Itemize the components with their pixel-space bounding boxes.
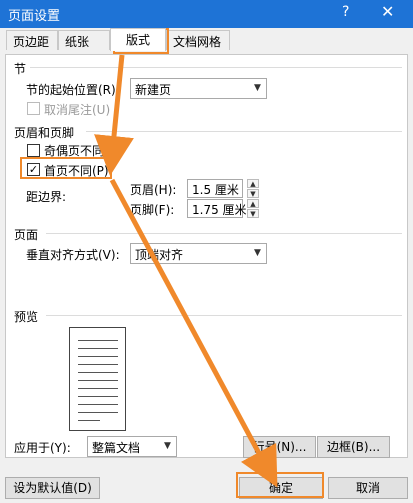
set-default-button[interactable]: 设为默认值(D) (5, 477, 100, 499)
footer-distance-label: 页脚(F): (130, 203, 175, 217)
preview-line (78, 420, 100, 421)
preview-heading: 预览 (14, 310, 39, 324)
close-icon[interactable]: ✕ (381, 2, 394, 21)
tab-paper[interactable]: 纸张 (58, 30, 110, 50)
cancel-button[interactable]: 取消 (328, 477, 408, 499)
tab-layout[interactable]: 版式 (110, 28, 166, 51)
first-page-highlight (20, 157, 112, 179)
divider (46, 233, 402, 234)
tab-document-grid[interactable]: 文档网格 (166, 30, 230, 50)
section-start-label: 节的起始位置(R): (26, 83, 120, 97)
tab-margins-label: 页边距 (13, 35, 50, 49)
ok-button-highlight (236, 472, 324, 498)
divider (30, 67, 402, 68)
apply-to-label: 应用于(Y): (14, 441, 71, 455)
divider (46, 315, 402, 316)
vertical-alignment-value: 顶端对齐 (135, 248, 184, 262)
preview-line (78, 404, 118, 405)
suppress-endnotes-checkbox[interactable] (27, 102, 40, 115)
tab-document-grid-label: 文档网格 (173, 35, 222, 49)
page-preview (69, 327, 126, 431)
borders-button[interactable]: 边框(B)... (317, 436, 390, 458)
suppress-endnotes-label: 取消尾注(U) (44, 103, 111, 117)
preview-line (78, 340, 118, 341)
divider (86, 131, 402, 132)
window-title: 页面设置 (8, 9, 61, 24)
tab-margins[interactable]: 页边距 (6, 30, 58, 50)
preview-line (78, 380, 118, 381)
spin-up-icon[interactable]: ▲ (247, 179, 259, 188)
header-distance-stepper[interactable]: ▲ ▼ (247, 179, 259, 198)
footer-distance-value: 1.75 厘米 (192, 203, 247, 217)
preview-line (78, 388, 118, 389)
header-distance-input[interactable]: 1.5 厘米 (187, 179, 243, 198)
preview-line (78, 348, 118, 349)
spin-down-icon[interactable]: ▼ (247, 189, 259, 198)
spin-down-icon[interactable]: ▼ (247, 209, 259, 218)
header-distance-value: 1.5 厘米 (192, 183, 239, 197)
chevron-down-icon: ▼ (164, 441, 171, 451)
apply-to-select[interactable]: 整篇文档 ▼ (87, 436, 177, 457)
tab-layout-label: 版式 (126, 33, 151, 47)
header-footer-heading: 页眉和页脚 (14, 126, 75, 140)
page-setup-dialog: 页边距 纸张 版式 文档网格 节 节的起始位置(R): 新建页 ▼ 取消尾注(U… (0, 28, 413, 503)
footer-distance-stepper[interactable]: ▲ ▼ (247, 199, 259, 218)
help-icon[interactable]: ? (342, 4, 349, 20)
footer-distance-input[interactable]: 1.75 厘米 (187, 199, 247, 218)
tab-paper-label: 纸张 (65, 35, 90, 49)
layout-panel: 节 节的起始位置(R): 新建页 ▼ 取消尾注(U) 页眉和页脚 奇偶页不同(O… (5, 54, 408, 458)
apply-to-value: 整篇文档 (92, 441, 141, 455)
title-bar: 页面设置 ? ✕ (0, 0, 413, 28)
section-heading: 节 (14, 62, 27, 76)
line-numbers-button[interactable]: 行号(N)... (243, 436, 316, 458)
section-start-select[interactable]: 新建页 ▼ (130, 78, 267, 99)
from-edge-label: 距边界: (26, 190, 67, 204)
header-distance-label: 页眉(H): (130, 183, 177, 197)
preview-line (78, 396, 118, 397)
odd-even-checkbox[interactable] (27, 144, 40, 157)
section-start-value: 新建页 (135, 83, 172, 97)
chevron-down-icon: ▼ (254, 248, 261, 258)
page-heading: 页面 (14, 228, 39, 242)
preview-line (78, 364, 118, 365)
spin-up-icon[interactable]: ▲ (247, 199, 259, 208)
chevron-down-icon: ▼ (254, 83, 261, 93)
preview-line (78, 412, 118, 413)
vertical-alignment-label: 垂直对齐方式(V): (26, 248, 120, 262)
vertical-alignment-select[interactable]: 顶端对齐 ▼ (130, 243, 267, 264)
preview-line (78, 372, 118, 373)
preview-line (78, 356, 118, 357)
